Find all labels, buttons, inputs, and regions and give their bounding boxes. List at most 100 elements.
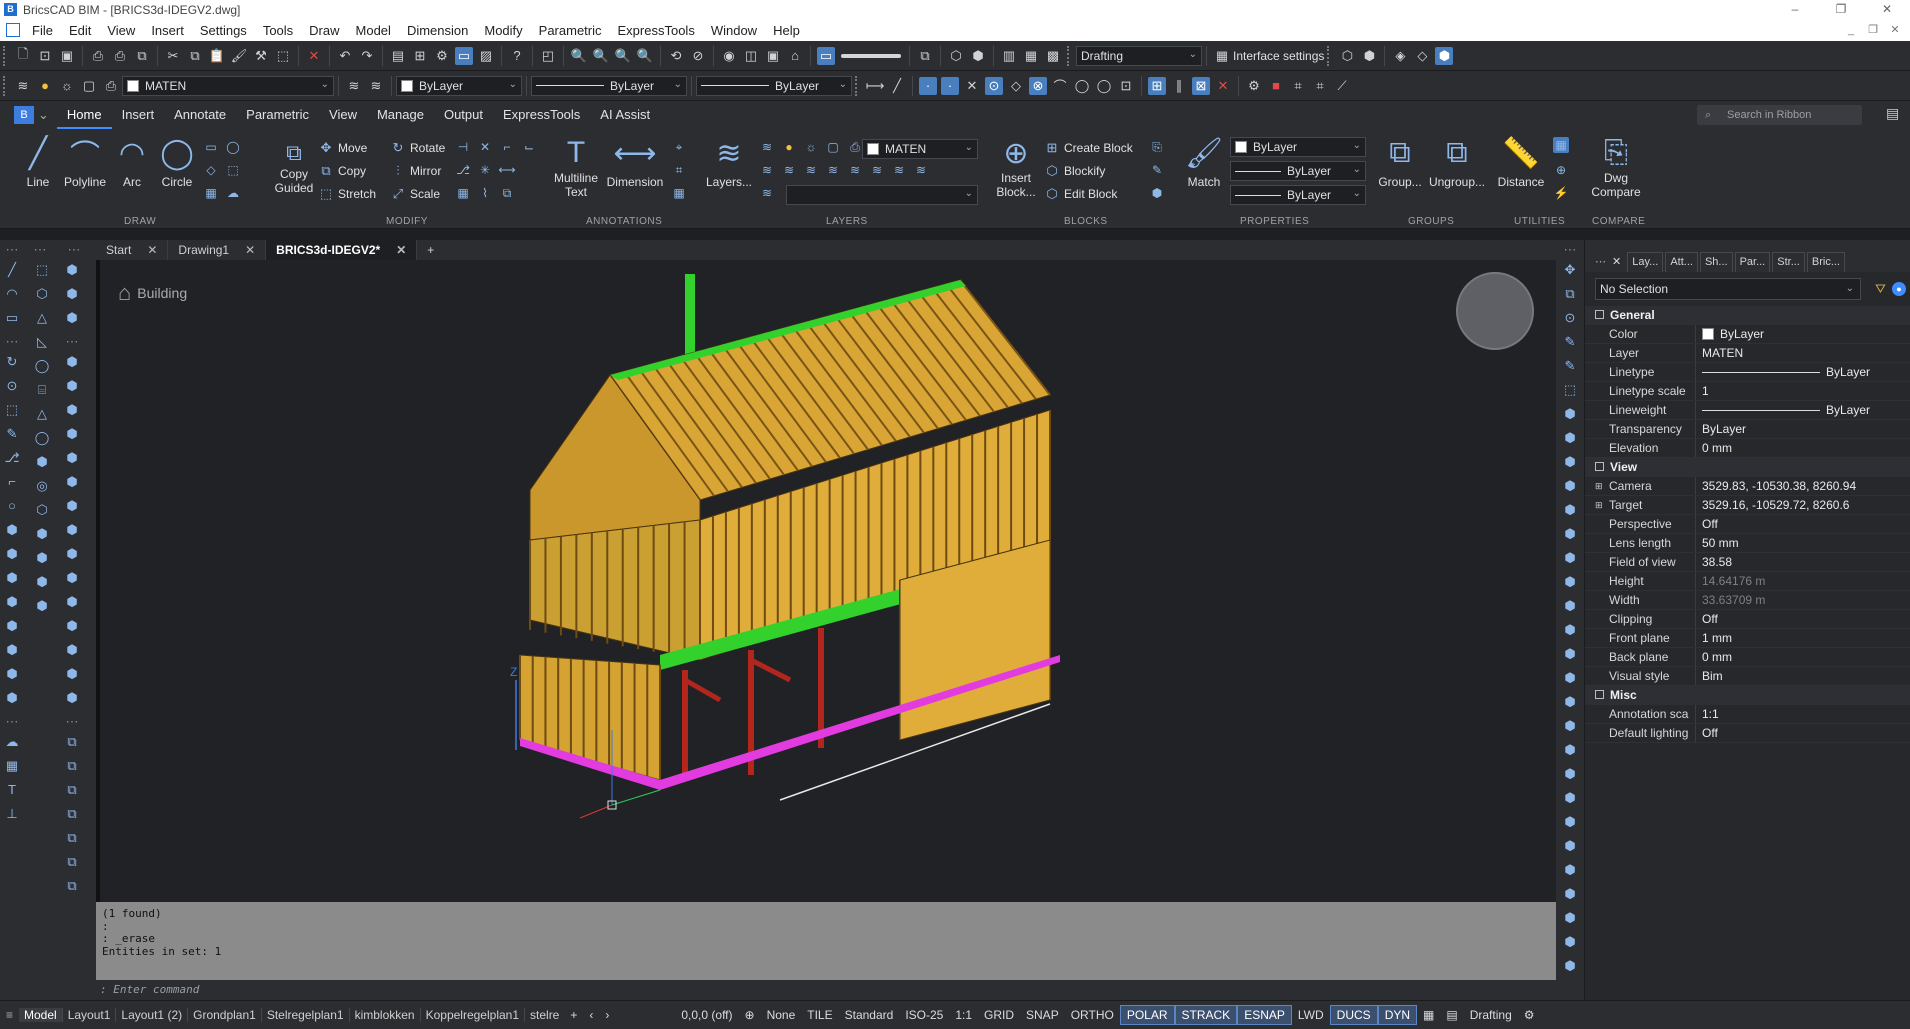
panel-b-icon[interactable]: ▦ [1022, 47, 1040, 65]
workspace-status[interactable]: Drafting [1464, 1005, 1518, 1025]
circle-tool[interactable]: ◯ Circle [156, 135, 198, 190]
chamfer-icon[interactable]: ⌙ [521, 139, 537, 155]
tool-sphere-icon[interactable]: ◯ [34, 358, 50, 374]
tool-arc-icon[interactable]: ◠ [4, 286, 20, 302]
tab-structure-panel[interactable]: Str... [1772, 252, 1805, 272]
next-layout-icon[interactable]: › [599, 1005, 615, 1025]
snap-intersection-icon[interactable]: ✕ [963, 77, 981, 95]
layer-unlock-icon[interactable]: ▢ [825, 139, 841, 155]
menu-tools[interactable]: Tools [255, 23, 301, 38]
delete-icon[interactable]: ✕ [305, 47, 323, 65]
strip-tool-11-icon[interactable]: ⬢ [1562, 526, 1578, 542]
tool-revolve-icon[interactable]: ◎ [34, 478, 50, 494]
strip-tool-29-icon[interactable]: ⬢ [1562, 958, 1578, 974]
doc-close-button[interactable]: ✕ [1884, 19, 1906, 41]
layer-manager-icon[interactable]: ▤ [389, 47, 407, 65]
doc-tab-drawing1[interactable]: Drawing1 ✕ [168, 240, 267, 260]
layer-plot-icon[interactable]: ⎙ [847, 139, 863, 155]
interface-settings-icon[interactable]: ▦ [1213, 47, 1231, 65]
zoom-extents-icon[interactable]: ◰ [539, 47, 557, 65]
lock-view-icon[interactable]: ⧉ [916, 47, 934, 65]
menu-model[interactable]: Model [348, 23, 399, 38]
bim-tool-e-icon[interactable]: ⬢ [64, 378, 80, 394]
bim-tool-n-icon[interactable]: ⬢ [64, 594, 80, 610]
tool-layer-b-icon[interactable]: ⬢ [4, 546, 20, 562]
visualstyle-icon[interactable]: ◈ [1391, 47, 1409, 65]
save-icon[interactable]: ▣ [58, 47, 76, 65]
stretch-tool[interactable]: ⬚ Stretch [318, 185, 376, 203]
ribbon-search-input[interactable]: ⌕ Search in Ribbon [1697, 105, 1862, 125]
tab-layers-panel[interactable]: Lay... [1627, 252, 1664, 272]
model-viewport[interactable]: ⌂ Building Z [96, 260, 1556, 902]
bim-tool-d-icon[interactable]: ⬢ [64, 354, 80, 370]
layer-tool-8-icon[interactable]: ≋ [913, 162, 929, 178]
layers-tool[interactable]: ≋ Layers... [706, 135, 752, 190]
property-value[interactable]: ByLayer [1695, 401, 1910, 419]
tab-output[interactable]: Output [434, 101, 493, 129]
polar-toggle[interactable]: POLAR [1119, 1005, 1175, 1025]
layer-tool-4-icon[interactable]: ≋ [825, 162, 841, 178]
bim-tool-o-icon[interactable]: ⬢ [64, 618, 80, 634]
calculator-icon[interactable]: ▦ [1553, 137, 1569, 153]
strip-tool-27-icon[interactable]: ⬢ [1562, 910, 1578, 926]
bim-tool-u-icon[interactable]: ⧉ [64, 782, 80, 798]
camera-icon[interactable]: ▣ [764, 47, 782, 65]
menu-help[interactable]: Help [765, 23, 808, 38]
tab-home[interactable]: Home [56, 101, 112, 129]
panel-a-icon[interactable]: ▥ [1000, 47, 1018, 65]
undo-icon[interactable]: ↶ [336, 47, 354, 65]
bim-tool-c-icon[interactable]: ⬢ [64, 310, 80, 326]
cube-icon[interactable]: ⬡ [1338, 47, 1356, 65]
snap-nearest-icon[interactable]: ⊡ [1117, 77, 1135, 95]
bim-tool-i-icon[interactable]: ⬢ [64, 474, 80, 490]
visualstyle-b-icon[interactable]: ◇ [1413, 47, 1431, 65]
settings-icon[interactable]: ⚙ [433, 47, 451, 65]
property-row[interactable]: Annotation sca 1:1 [1585, 705, 1910, 724]
ribbon-layer-select[interactable]: MATEN ⌄ [862, 139, 978, 159]
maximize-button[interactable]: ❐ [1818, 0, 1864, 19]
bim-tool-a-icon[interactable]: ⬢ [64, 262, 80, 278]
panel-c-icon[interactable]: ▩ [1044, 47, 1062, 65]
trim-icon[interactable]: ⌗ [1289, 77, 1307, 95]
snap-tangent-icon[interactable]: ◯ [1073, 77, 1091, 95]
property-value[interactable]: Off [1695, 610, 1910, 628]
property-value[interactable]: 1 mm [1695, 629, 1910, 647]
bim-tool-r-icon[interactable]: ⬢ [64, 690, 80, 706]
strip-tool-23-icon[interactable]: ⬢ [1562, 814, 1578, 830]
multiline-text-tool[interactable]: T Multiline Text [552, 135, 600, 199]
layer-tool-7-icon[interactable]: ≋ [891, 162, 907, 178]
strip-tool-7-icon[interactable]: ⬢ [1562, 430, 1578, 446]
strip-tool-28-icon[interactable]: ⬢ [1562, 934, 1578, 950]
tile-toggle[interactable]: TILE [801, 1005, 838, 1025]
make-current-icon[interactable]: ≋ [367, 77, 385, 95]
rotate-tool[interactable]: ↻ Rotate [390, 139, 446, 157]
strip-tool-26-icon[interactable]: ⬢ [1562, 886, 1578, 902]
lightbulb-icon[interactable]: ● [36, 77, 54, 95]
tool-cone-icon[interactable]: △ [34, 406, 50, 422]
property-row[interactable]: Layer MATEN [1585, 344, 1910, 363]
strip-tool-17-icon[interactable]: ⬢ [1562, 670, 1578, 686]
redo-icon[interactable]: ↷ [358, 47, 376, 65]
distance-tool[interactable]: 📏 Distance [1494, 135, 1548, 190]
quad-icon[interactable]: ▦ [1417, 1005, 1440, 1025]
close-icon[interactable]: ✕ [245, 243, 255, 257]
zoom-in-icon[interactable]: 🔍 [614, 47, 632, 65]
layer-tool-6-icon[interactable]: ≋ [869, 162, 885, 178]
strip-tool-10-icon[interactable]: ⬢ [1562, 502, 1578, 518]
menu-file[interactable]: File [24, 23, 61, 38]
expand-icon[interactable]: ⊞ [1595, 477, 1603, 496]
tool-dim-icon[interactable]: ⊥ [4, 806, 20, 822]
tool-torus-icon[interactable]: ◯ [34, 430, 50, 446]
menu-expresstools[interactable]: ExpressTools [610, 23, 703, 38]
new-tab-button[interactable]: + [417, 240, 444, 260]
bim-tool-p-icon[interactable]: ⬢ [64, 642, 80, 658]
render-icon[interactable]: ◫ [742, 47, 760, 65]
quick-select-toggle-icon[interactable]: ● [1891, 282, 1906, 296]
layer-thaw-icon[interactable]: ☼ [803, 139, 819, 155]
mirror-tool[interactable]: ⫶ Mirror [390, 162, 441, 180]
layers-3d-icon[interactable]: ⬢ [969, 47, 987, 65]
ellipse-icon[interactable]: ◯ [225, 139, 241, 155]
menu-parametric[interactable]: Parametric [531, 23, 610, 38]
color-select[interactable]: ByLayer ⌄ [396, 75, 522, 96]
property-row[interactable]: Linetype scale 1 [1585, 382, 1910, 401]
